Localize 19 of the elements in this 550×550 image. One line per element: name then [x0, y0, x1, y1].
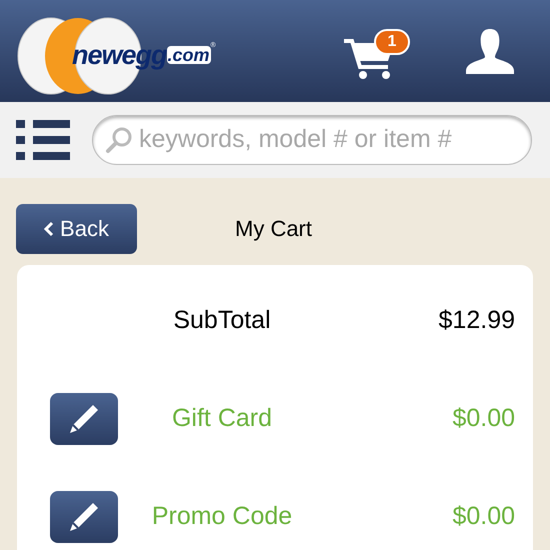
summary-amount: $0.00 [451, 501, 515, 532]
logo-domain: .com [166, 46, 211, 64]
pencil-icon [67, 500, 101, 534]
edit-button[interactable] [50, 491, 118, 543]
cart-count-badge: 1 [374, 29, 410, 55]
back-button[interactable]: Back [16, 204, 137, 254]
summary-label: Gift Card [170, 403, 274, 434]
summary-amount: $12.99 [438, 305, 515, 336]
page-title: My Cart [235, 215, 312, 243]
search-field[interactable]: keywords, model # or item # [92, 115, 532, 165]
summary-label: SubTotal [172, 305, 272, 336]
menu-icon[interactable] [16, 118, 70, 162]
edit-button[interactable] [50, 393, 118, 445]
summary-label: Promo Code [150, 501, 294, 532]
chevron-left-icon [44, 220, 54, 236]
search-icon [105, 126, 133, 154]
pencil-icon [67, 402, 101, 436]
summary-amount: $0.00 [451, 403, 515, 434]
user-icon[interactable] [464, 27, 516, 75]
